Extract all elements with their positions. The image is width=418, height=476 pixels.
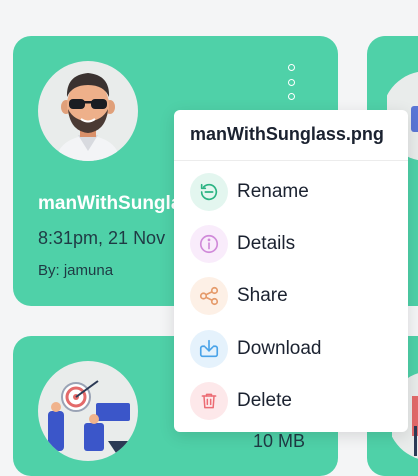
file-author: By: jamuna [38,262,114,279]
man-with-sunglasses-avatar-icon [56,73,120,161]
more-options-icon[interactable] [283,64,299,100]
share-icon [190,277,228,315]
menu-item-label: Delete [237,390,292,411]
menu-item-label: Share [237,285,288,306]
menu-item-delete[interactable]: Delete [190,381,400,421]
menu-item-label: Details [237,233,296,254]
menu-item-share[interactable]: Share [190,276,400,316]
info-icon [190,225,228,263]
file-thumbnail [38,61,138,161]
menu-item-label: Rename [237,181,309,202]
menu-divider [174,160,408,161]
menu-item-rename[interactable]: Rename [190,172,400,212]
trash-icon [190,382,228,420]
target-illustration-icon [48,380,130,456]
menu-item-download[interactable]: Download [190,329,400,369]
file-context-menu: manWithSunglass.png Rename Details Share… [174,110,408,432]
file-size: 10 MB [253,431,306,451]
rename-icon [190,173,228,211]
file-thumbnail-target [38,361,138,461]
download-icon [190,330,228,368]
menu-item-details[interactable]: Details [190,224,400,264]
file-date: 8:31pm, 21 Nov [38,228,166,248]
menu-filename: manWithSunglass.png [190,124,384,144]
menu-item-label: Download [237,338,322,359]
